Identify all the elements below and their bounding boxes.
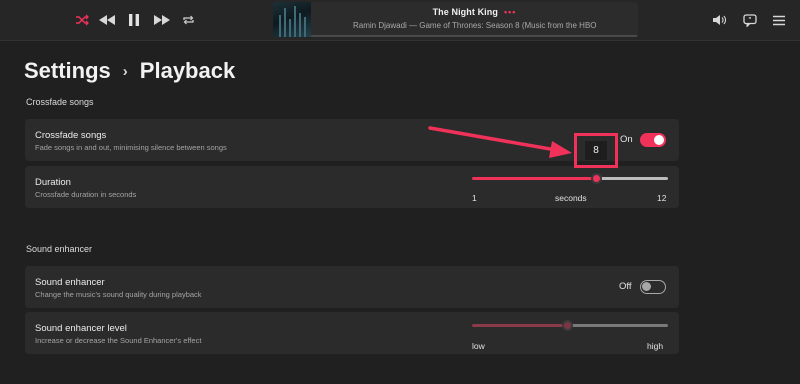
duration-max-label: 12 <box>657 193 667 203</box>
duration-description: Crossfade duration in seconds <box>35 190 137 199</box>
pause-icon[interactable] <box>124 10 144 30</box>
duration-slider-fill <box>472 177 597 180</box>
repeat-icon[interactable] <box>178 10 198 30</box>
page-title: Playback <box>139 58 236 83</box>
more-icon[interactable]: ••• <box>504 7 516 17</box>
duration-unit-label: seconds <box>555 193 587 203</box>
duration-title: Duration <box>35 177 71 188</box>
now-playing[interactable]: The Night King ••• Ramin Djawadi — Game o… <box>273 2 638 37</box>
duration-row: Duration Crossfade duration in seconds 1… <box>25 166 679 208</box>
playback-progress[interactable] <box>311 35 638 37</box>
crossfade-state-label: On <box>620 134 633 145</box>
crossfade-toggle[interactable] <box>640 133 666 147</box>
enhancer-level-slider-fill <box>472 324 568 327</box>
previous-icon[interactable] <box>97 10 117 30</box>
enhancer-level-title: Sound enhancer level <box>35 323 127 334</box>
breadcrumb-chevron-icon: › <box>122 62 128 80</box>
duration-value-readout: 8 <box>585 141 607 160</box>
track-title: The Night King ••• <box>432 7 517 17</box>
enhancer-title: Sound enhancer <box>35 277 105 288</box>
duration-slider-track[interactable] <box>597 177 668 180</box>
track-subtitle: Ramin Djawadi — Game of Thrones: Season … <box>353 21 599 30</box>
player-bar: The Night King ••• Ramin Djawadi — Game o… <box>0 0 800 41</box>
shuffle-icon[interactable] <box>72 10 92 30</box>
enhancer-level-slider-track[interactable] <box>568 324 668 327</box>
volume-icon[interactable] <box>710 11 728 29</box>
enhancer-level-row: Sound enhancer level Increase or decreas… <box>25 312 679 354</box>
enhancer-state-label: Off <box>619 281 632 292</box>
breadcrumb-settings[interactable]: Settings <box>24 58 111 84</box>
next-icon[interactable] <box>152 10 172 30</box>
enhancer-level-description: Increase or decrease the Sound Enhancer'… <box>35 336 202 345</box>
breadcrumb: Settings › Playback <box>24 58 235 84</box>
enhancer-level-slider-thumb[interactable] <box>562 320 573 331</box>
enhancer-row: Sound enhancer Change the music's sound … <box>25 266 679 308</box>
section-title-crossfade: Crossfade songs <box>26 97 94 107</box>
crossfade-title: Crossfade songs <box>35 130 107 141</box>
duration-value-highlight: 8 <box>574 133 618 168</box>
enhancer-description: Change the music's sound quality during … <box>35 290 202 299</box>
enhancer-level-min-label: low <box>472 341 485 351</box>
enhancer-level-max-label: high <box>647 341 664 351</box>
section-title-enhancer: Sound enhancer <box>26 244 93 254</box>
duration-slider-thumb[interactable] <box>591 173 602 184</box>
duration-min-label: 1 <box>472 193 477 203</box>
queue-icon[interactable] <box>770 11 788 29</box>
svg-text:": " <box>748 15 751 23</box>
enhancer-toggle[interactable] <box>640 280 666 294</box>
crossfade-description: Fade songs in and out, minimising silenc… <box>35 143 227 152</box>
album-art <box>273 2 311 37</box>
lyrics-icon[interactable]: " <box>741 11 759 29</box>
